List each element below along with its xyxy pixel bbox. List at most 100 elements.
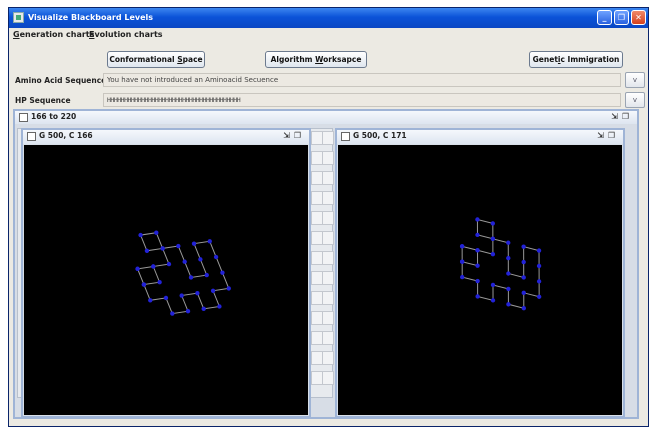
stacked-frame-cell: [322, 231, 334, 245]
frame-title-171[interactable]: G 500, C 171 ⇲❐: [337, 130, 623, 144]
menu-generation-charts[interactable]: Generation charts: [13, 30, 94, 39]
stacked-frame-cell: [322, 151, 334, 165]
residue-node: [179, 293, 184, 298]
app-icon: [13, 12, 24, 23]
residue-node: [506, 302, 511, 307]
residue-node: [536, 294, 542, 299]
menu-bar: Generation charts Evolution charts: [9, 28, 648, 41]
residue-node: [191, 241, 197, 246]
frame-label-166: G 500, C 166: [39, 131, 93, 140]
title-bar[interactable]: Visualize Blackboard Levels _ ❐ ✕: [9, 8, 648, 28]
residue-node: [157, 280, 162, 285]
protein-canvas-171: [338, 145, 622, 415]
window-title: Visualize Blackboard Levels: [28, 13, 154, 22]
residue-node: [475, 294, 480, 299]
residue-node: [204, 272, 209, 278]
residue-node: [220, 270, 225, 275]
frame-title-166[interactable]: G 500, C 166 ⇲❐: [23, 130, 309, 144]
hp-sequence-label: HP Sequence: [15, 96, 71, 105]
residue-node: [135, 266, 140, 272]
residue-node: [170, 311, 175, 316]
residue-node: [459, 259, 465, 264]
protein-structure-171: [459, 217, 542, 311]
residue-node: [176, 243, 181, 249]
amino-acid-label: Amino Acid Sequence: [15, 76, 107, 85]
conformational-space-button[interactable]: Conformational Space: [107, 51, 205, 68]
residue-node: [490, 221, 496, 226]
residue-node: [201, 306, 206, 312]
residue-node: [521, 244, 526, 249]
conformation-frame-171: G 500, C 171 ⇲❐: [335, 128, 625, 418]
residue-node: [160, 246, 165, 251]
maximize-icon[interactable]: ❐: [608, 131, 619, 140]
frame-label-171: G 500, C 171: [353, 131, 407, 140]
app-window: Visualize Blackboard Levels _ ❐ ✕ Genera…: [8, 7, 649, 427]
residue-node: [490, 282, 496, 288]
residue-node: [185, 309, 191, 314]
residue-node: [195, 290, 200, 296]
residue-node: [217, 304, 222, 309]
conformation-frame-166: G 500, C 166 ⇲❐: [21, 128, 311, 418]
residue-node: [213, 254, 219, 260]
residue-node: [475, 248, 480, 253]
protein-canvas-166: [24, 145, 308, 415]
stacked-frame-cell: [322, 191, 334, 205]
residue-node: [490, 236, 496, 241]
residue-node: [475, 217, 480, 222]
stacked-frame-cell: [322, 351, 334, 365]
range-frame-label: 166 to 220: [31, 112, 77, 121]
residue-node: [207, 239, 212, 244]
range-frame-title[interactable]: 166 to 220 ⇲❐: [15, 111, 637, 124]
residue-node: [163, 295, 169, 301]
stacked-frame-cell: [322, 291, 334, 305]
restore-icon[interactable]: ⇲: [597, 131, 608, 140]
residue-node: [521, 259, 526, 265]
minimize-button[interactable]: _: [597, 10, 612, 25]
bond-line: [461, 218, 540, 309]
hp-expand-button[interactable]: v: [625, 92, 645, 108]
menu-evolution-charts[interactable]: Evolution charts: [89, 30, 163, 39]
stacked-frame-cell: [322, 171, 334, 185]
amino-expand-button[interactable]: v: [625, 72, 645, 88]
frame-checkbox-171[interactable]: [341, 132, 350, 141]
algorithm-workspace-button[interactable]: Algorithm Worksapce: [265, 51, 367, 68]
hp-sequence-field[interactable]: HHHHHHHHHHHHHHHHHHHHHHHHHHHHHHHHHHHHHHH: [103, 93, 621, 107]
residue-node: [141, 282, 147, 287]
residue-node: [460, 274, 465, 280]
maximize-icon[interactable]: ❐: [294, 131, 305, 140]
residue-node: [138, 232, 143, 238]
residue-node: [182, 259, 187, 264]
residue-node: [188, 275, 194, 280]
residue-node: [148, 298, 153, 303]
residue-node: [490, 252, 496, 257]
residue-node: [144, 248, 150, 253]
residue-node: [521, 275, 526, 280]
maximize-icon[interactable]: ❐: [622, 112, 633, 121]
stacked-frame-cell: [322, 311, 334, 325]
stacked-frame-cell: [322, 131, 334, 145]
residue-node: [490, 298, 496, 303]
residue-node: [154, 230, 159, 235]
stacked-frame-cell: [322, 371, 334, 385]
stacked-frame-cell: [322, 211, 334, 225]
stacked-frame-cell: [322, 331, 334, 345]
residue-node: [536, 248, 542, 253]
residue-node: [475, 278, 480, 284]
restore-icon[interactable]: ⇲: [611, 112, 622, 121]
restore-icon[interactable]: ⇲: [283, 131, 294, 140]
amino-acid-field[interactable]: You have not introduced an Aminoacid Sec…: [103, 73, 621, 87]
genetic-immigration-button[interactable]: Genetic Immigration: [529, 51, 623, 68]
residue-node: [198, 257, 203, 262]
close-button[interactable]: ✕: [631, 10, 646, 25]
frame-checkbox-166[interactable]: [27, 132, 36, 141]
range-frame-checkbox[interactable]: [19, 113, 28, 122]
residue-node: [506, 255, 511, 261]
residue-node: [166, 261, 172, 267]
maximize-button[interactable]: ❐: [614, 10, 629, 25]
residue-node: [459, 244, 465, 249]
residue-node: [521, 290, 526, 296]
residue-node: [475, 263, 480, 268]
residue-node: [151, 264, 156, 269]
residue-node: [226, 286, 231, 291]
residue-node: [536, 279, 542, 284]
